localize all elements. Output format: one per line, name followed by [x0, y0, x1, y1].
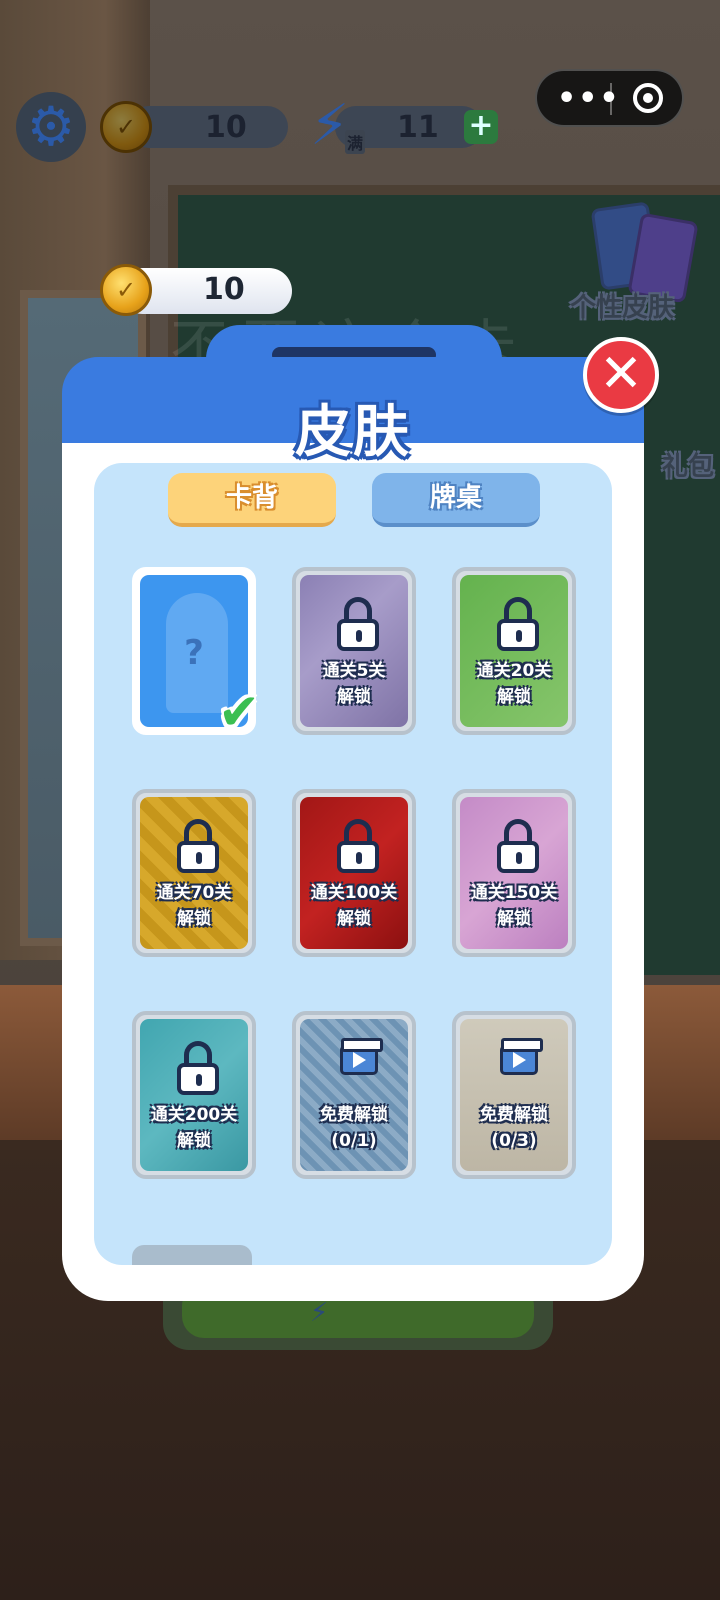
- skin-card-beige[interactable]: 免费解锁 (0/3): [452, 1011, 576, 1179]
- skin-card-partial: [132, 1245, 252, 1265]
- unlock-condition: 通关100关: [310, 883, 398, 903]
- card-face: 免费解锁 (0/1): [300, 1019, 408, 1171]
- start-button-icon: ⚡: [310, 1298, 329, 1328]
- skin-dialog: 皮肤 卡背 牌桌 ? ✔ 通关5关 解锁 通关20关 解锁 通关70关 解锁 通…: [62, 325, 644, 1301]
- card-face: 通关200关 解锁: [140, 1019, 248, 1171]
- skin-card-teal[interactable]: 通关200关 解锁: [132, 1011, 256, 1179]
- lock-icon: [337, 597, 379, 651]
- skin-card-pink[interactable]: 通关150关 解锁: [452, 789, 576, 957]
- card-face: 通关100关 解锁: [300, 797, 408, 949]
- add-energy-button[interactable]: +: [464, 110, 498, 144]
- coin-count: 10: [205, 110, 247, 145]
- card-face: 通关20关 解锁: [460, 575, 568, 727]
- skin-shortcut-button: 个性皮肤: [568, 201, 699, 325]
- lock-icon: [177, 1041, 219, 1095]
- unlock-progress: (0/1): [331, 1131, 377, 1151]
- skin-card-default[interactable]: ? ✔: [132, 567, 260, 741]
- coin-icon: ✓: [100, 101, 152, 153]
- unlock-condition: 通关70关: [156, 883, 232, 903]
- close-dialog-button[interactable]: ✕: [583, 337, 659, 413]
- gear-icon: ⚙: [26, 95, 76, 158]
- unlock-label: 解锁: [177, 1131, 211, 1151]
- tab-table[interactable]: 牌桌: [372, 473, 540, 527]
- unlock-condition: 通关200关: [150, 1105, 238, 1125]
- energy-full-tag: 满: [345, 130, 366, 154]
- video-play-icon: [340, 1038, 383, 1075]
- skin-card-navy[interactable]: 免费解锁 (0/1): [292, 1011, 416, 1179]
- unlock-label: 解锁: [497, 909, 531, 929]
- card-face: 免费解锁 (0/3): [460, 1019, 568, 1171]
- unlock-condition: 通关150关: [470, 883, 558, 903]
- lock-icon: [497, 819, 539, 873]
- lock-icon: [497, 597, 539, 651]
- miniprogram-capsule: •••: [535, 69, 684, 127]
- energy-count: 11: [397, 110, 439, 145]
- unlock-condition: 免费解锁: [480, 1105, 548, 1125]
- skin-card-yellow[interactable]: 通关70关 解锁: [132, 789, 256, 957]
- unlock-condition: 通关5关: [322, 661, 386, 681]
- skin-card-red[interactable]: 通关100关 解锁: [292, 789, 416, 957]
- unlock-label: 解锁: [497, 687, 531, 707]
- unlock-condition: 通关20关: [476, 661, 552, 681]
- card-face: 通关150关 解锁: [460, 797, 568, 949]
- dialog-title: 皮肤: [295, 400, 411, 465]
- lightning-icon: ⚡: [310, 93, 350, 158]
- coin-balance: 10: [203, 272, 245, 307]
- unlock-label: 解锁: [177, 909, 211, 929]
- video-play-icon: [500, 1038, 543, 1075]
- card-face: 通关70关 解锁: [140, 797, 248, 949]
- unlock-condition: 免费解锁: [320, 1105, 388, 1125]
- coin-icon: ✓: [100, 264, 152, 316]
- exit-miniprogram-icon[interactable]: [633, 83, 663, 113]
- tab-card-back[interactable]: 卡背: [168, 473, 336, 527]
- skin-card-purple[interactable]: 通关5关 解锁: [292, 567, 416, 735]
- unlock-progress: (0/3): [491, 1131, 537, 1151]
- question-mark: ?: [184, 633, 204, 673]
- selected-check-icon: ✔: [218, 683, 260, 741]
- unlock-label: 解锁: [337, 909, 371, 929]
- lock-icon: [177, 819, 219, 873]
- card-face: 通关5关 解锁: [300, 575, 408, 727]
- unlock-label: 解锁: [337, 687, 371, 707]
- settings-button[interactable]: ⚙: [16, 92, 86, 162]
- skin-panel: 卡背 牌桌 ? ✔ 通关5关 解锁 通关20关 解锁 通关70关 解锁 通关10…: [94, 463, 612, 1265]
- skin-shortcut-label: 个性皮肤: [570, 293, 675, 323]
- capsule-divider: [610, 83, 612, 115]
- gift-shortcut-label: 礼包: [662, 452, 715, 482]
- skin-card-green[interactable]: 通关20关 解锁: [452, 567, 576, 735]
- lock-icon: [337, 819, 379, 873]
